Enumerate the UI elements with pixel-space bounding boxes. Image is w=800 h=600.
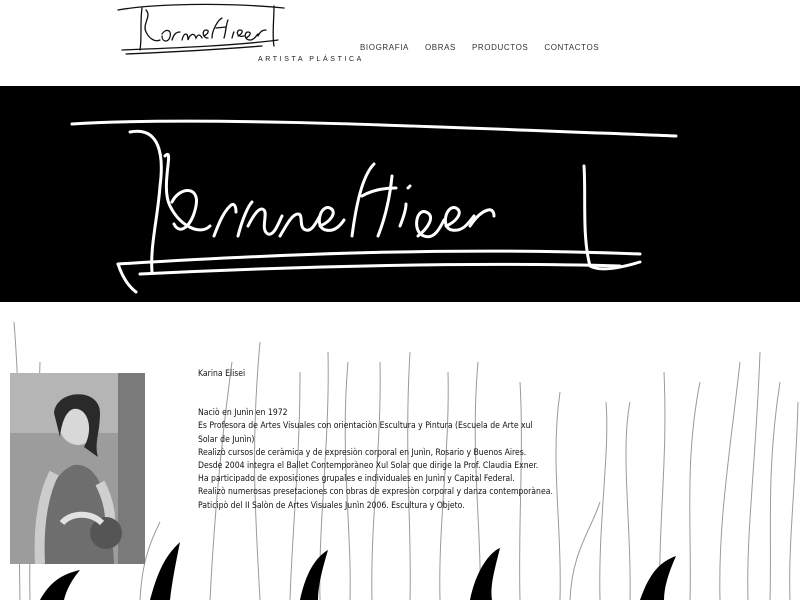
biography-text: Karina Elisei Naciò en Junìn en 1972 Es … xyxy=(198,368,553,513)
bio-line: Naciò en Junìn en 1972 xyxy=(198,408,288,419)
main-nav: BIOGRAFIA OBRAS PRODUCTOS CONTACTOS xyxy=(352,43,607,52)
nav-productos[interactable]: PRODUCTOS xyxy=(464,43,536,52)
bio-line: Desde 2004 integra el Ballet Contemporàn… xyxy=(198,461,539,472)
nav-contactos[interactable]: CONTACTOS xyxy=(536,43,607,52)
site-header: ARTISTA PLÁSTICA BIOGRAFIA OBRAS PRODUCT… xyxy=(0,0,800,86)
artist-name: Karina Elisei xyxy=(198,369,246,379)
site-logo[interactable]: ARTISTA PLÁSTICA xyxy=(112,0,361,72)
nav-biografia[interactable]: BIOGRAFIA xyxy=(352,43,417,52)
nav-obras[interactable]: OBRAS xyxy=(417,43,464,52)
artist-photo xyxy=(10,373,145,564)
main-content: Karina Elisei Naciò en Junìn en 1972 Es … xyxy=(0,302,800,600)
signature-banner-icon xyxy=(70,119,678,294)
bio-line: Es Profesora de Artes Visuales con orien… xyxy=(198,421,533,445)
bio-line: Paticipò del II Salòn de Artes Visuales … xyxy=(198,500,465,511)
artist-portrait-icon xyxy=(10,373,145,564)
hero-banner xyxy=(0,86,800,302)
bio-line: Ha participado de exposiciones grupales … xyxy=(198,474,515,485)
bio-line: Realizò cursos de ceràmica y de expresiò… xyxy=(198,447,527,458)
bio-line: Realizò numerosas presetaciones con obra… xyxy=(198,487,553,498)
logo-subtitle: ARTISTA PLÁSTICA xyxy=(258,56,364,63)
